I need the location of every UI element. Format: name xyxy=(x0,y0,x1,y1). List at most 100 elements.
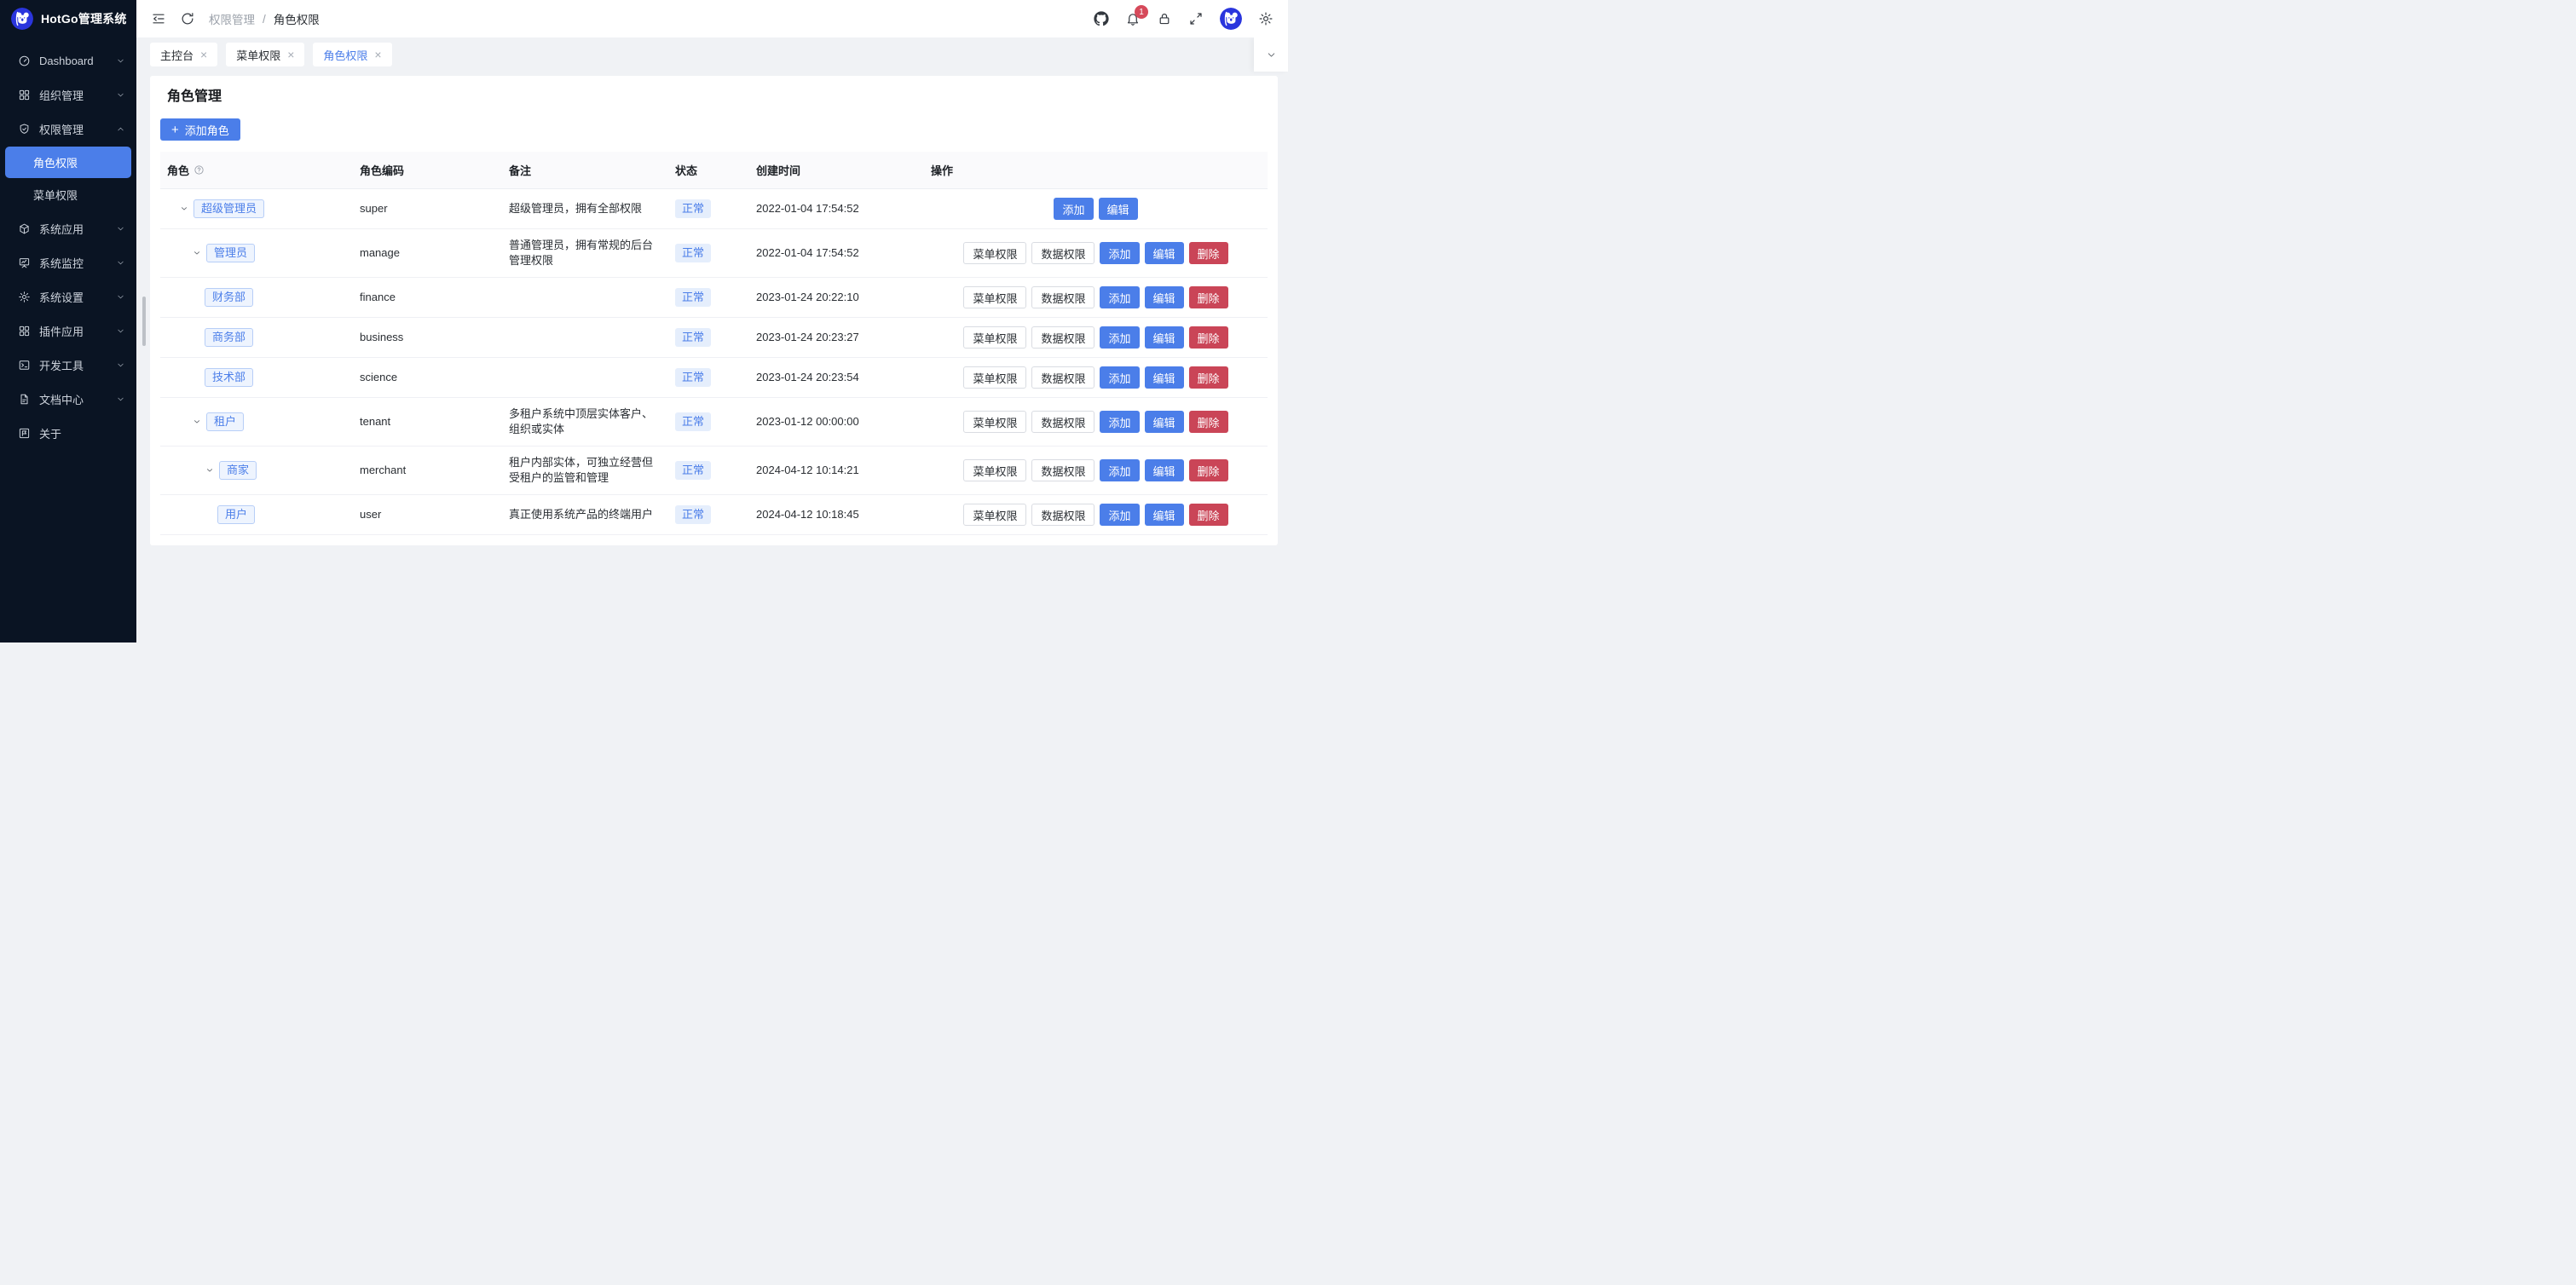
role-name-tag[interactable]: 商家 xyxy=(219,461,257,480)
sidebar-item-system-monitor[interactable]: 系统监控 xyxy=(0,245,136,279)
close-icon[interactable]: × xyxy=(374,49,381,61)
row-action-delete-button[interactable]: 删除 xyxy=(1189,459,1228,481)
created-time: 2022-01-04 17:54:52 xyxy=(749,201,924,216)
sidebar-item-organization[interactable]: 组织管理 xyxy=(0,78,136,112)
row-action-data-button[interactable]: 数据权限 xyxy=(1031,366,1095,389)
actions-cell: 菜单权限数据权限添加编辑删除 xyxy=(924,326,1268,349)
chevron-down-icon xyxy=(116,56,125,66)
tab-label: 菜单权限 xyxy=(236,47,280,63)
chevron-down-icon xyxy=(116,292,125,302)
notification-badge: 1 xyxy=(1135,5,1148,19)
breadcrumb-current: 角色权限 xyxy=(274,10,320,27)
breadcrumb-section[interactable]: 权限管理 xyxy=(209,10,255,27)
add-role-button[interactable]: + 添加角色 xyxy=(160,118,240,141)
sidebar-subitem-menu-permission[interactable]: 菜单权限 xyxy=(5,179,131,210)
role-name-tag[interactable]: 财务部 xyxy=(205,288,253,307)
row-action-menu-button[interactable]: 菜单权限 xyxy=(963,326,1026,349)
app-logo[interactable]: HotGo管理系统 xyxy=(0,0,136,37)
role-management-card: 角色管理 + 添加角色 角色 角色编码 备注 状态 创建时间 操作 超级管理员s… xyxy=(150,76,1278,545)
flag-icon xyxy=(18,427,31,440)
refresh-icon[interactable] xyxy=(180,11,195,26)
content-scrollbar[interactable] xyxy=(142,297,146,346)
created-time: 2024-04-12 10:18:45 xyxy=(749,507,924,522)
row-action-add-button[interactable]: 添加 xyxy=(1100,242,1139,264)
role-name-tag[interactable]: 商务部 xyxy=(205,328,253,347)
sidebar-item-dashboard[interactable]: Dashboard xyxy=(0,43,136,78)
tab-console[interactable]: 主控台× xyxy=(150,43,217,66)
row-action-edit-button[interactable]: 编辑 xyxy=(1099,198,1138,220)
row-action-delete-button[interactable]: 删除 xyxy=(1189,504,1228,526)
row-action-delete-button[interactable]: 删除 xyxy=(1189,286,1228,308)
created-time: 2023-01-12 00:00:00 xyxy=(749,414,924,429)
row-action-data-button[interactable]: 数据权限 xyxy=(1031,242,1095,264)
sidebar-item-plugin-app[interactable]: 插件应用 xyxy=(0,314,136,348)
lock-icon[interactable] xyxy=(1157,11,1172,26)
sidebar-item-system-setting[interactable]: 系统设置 xyxy=(0,279,136,314)
speedometer-icon xyxy=(18,55,31,67)
row-action-menu-button[interactable]: 菜单权限 xyxy=(963,411,1026,433)
settings-gear-icon[interactable] xyxy=(1258,11,1274,26)
row-action-data-button[interactable]: 数据权限 xyxy=(1031,326,1095,349)
sidebar-item-about[interactable]: 关于 xyxy=(0,416,136,450)
row-action-edit-button[interactable]: 编辑 xyxy=(1145,504,1184,526)
grid-icon xyxy=(18,89,31,101)
row-action-delete-button[interactable]: 删除 xyxy=(1189,242,1228,264)
sidebar-item-dev-tools[interactable]: 开发工具 xyxy=(0,348,136,382)
tab-menu-permission[interactable]: 菜单权限 × xyxy=(226,43,304,66)
role-name-tag[interactable]: 租户 xyxy=(206,412,244,431)
sidebar-item-permission[interactable]: 权限管理 xyxy=(0,112,136,146)
row-action-menu-button[interactable]: 菜单权限 xyxy=(963,242,1026,264)
row-action-add-button[interactable]: 添加 xyxy=(1100,366,1139,389)
github-icon[interactable] xyxy=(1094,11,1109,26)
role-name-tag[interactable]: 管理员 xyxy=(206,244,255,262)
collapse-menu-icon[interactable] xyxy=(151,11,166,26)
close-icon[interactable]: × xyxy=(200,49,207,61)
tab-role-permission[interactable]: 角色权限 × xyxy=(313,43,391,66)
row-action-edit-button[interactable]: 编辑 xyxy=(1145,242,1184,264)
row-action-add-button[interactable]: 添加 xyxy=(1100,326,1139,349)
row-action-data-button[interactable]: 数据权限 xyxy=(1031,504,1095,526)
role-name-tag[interactable]: 技术部 xyxy=(205,368,253,387)
row-action-delete-button[interactable]: 删除 xyxy=(1189,411,1228,433)
notification-bell[interactable]: 1 xyxy=(1125,11,1141,26)
tree-expand-chevron-down-icon[interactable] xyxy=(179,204,189,214)
row-action-menu-button[interactable]: 菜单权限 xyxy=(963,459,1026,481)
tree-expand-chevron-down-icon[interactable] xyxy=(192,417,202,427)
row-action-add-button[interactable]: 添加 xyxy=(1054,198,1093,220)
row-action-edit-button[interactable]: 编辑 xyxy=(1145,366,1184,389)
role-name-tag[interactable]: 超级管理员 xyxy=(193,199,264,218)
row-action-add-button[interactable]: 添加 xyxy=(1100,411,1139,433)
row-action-data-button[interactable]: 数据权限 xyxy=(1031,459,1095,481)
row-action-edit-button[interactable]: 编辑 xyxy=(1145,411,1184,433)
row-action-menu-button[interactable]: 菜单权限 xyxy=(963,366,1026,389)
row-action-add-button[interactable]: 添加 xyxy=(1100,286,1139,308)
tree-expand-chevron-down-icon[interactable] xyxy=(192,248,202,258)
row-action-add-button[interactable]: 添加 xyxy=(1100,504,1139,526)
chevron-down-icon xyxy=(116,326,125,336)
row-action-edit-button[interactable]: 编辑 xyxy=(1145,459,1184,481)
row-action-add-button[interactable]: 添加 xyxy=(1100,459,1139,481)
sidebar-item-system-app[interactable]: 系统应用 xyxy=(0,211,136,245)
tree-expand-chevron-down-icon[interactable] xyxy=(205,465,215,475)
role-code: science xyxy=(353,370,502,385)
tab-label: 角色权限 xyxy=(323,47,367,63)
row-action-menu-button[interactable]: 菜单权限 xyxy=(963,504,1026,526)
row-action-data-button[interactable]: 数据权限 xyxy=(1031,411,1095,433)
sidebar-subitem-role-permission[interactable]: 角色权限 xyxy=(5,147,131,178)
row-action-delete-button[interactable]: 删除 xyxy=(1189,326,1228,349)
help-circle-icon[interactable] xyxy=(193,164,205,176)
row-action-delete-button[interactable]: 删除 xyxy=(1189,366,1228,389)
sidebar-item-doc-center[interactable]: 文档中心 xyxy=(0,382,136,416)
table-row-super: 超级管理员super超级管理员，拥有全部权限正常2022-01-04 17:54… xyxy=(160,189,1268,229)
status-cell: 正常 xyxy=(668,199,749,218)
row-action-edit-button[interactable]: 编辑 xyxy=(1145,286,1184,308)
role-name-tag[interactable]: 用户 xyxy=(217,505,255,524)
close-icon[interactable]: × xyxy=(287,49,294,61)
role-cell: 技术部 xyxy=(160,368,353,387)
row-action-data-button[interactable]: 数据权限 xyxy=(1031,286,1095,308)
row-action-menu-button[interactable]: 菜单权限 xyxy=(963,286,1026,308)
user-avatar[interactable] xyxy=(1220,8,1242,30)
row-action-edit-button[interactable]: 编辑 xyxy=(1145,326,1184,349)
tab-list-chevron-down-icon[interactable] xyxy=(1254,37,1288,72)
fullscreen-icon[interactable] xyxy=(1188,11,1204,26)
